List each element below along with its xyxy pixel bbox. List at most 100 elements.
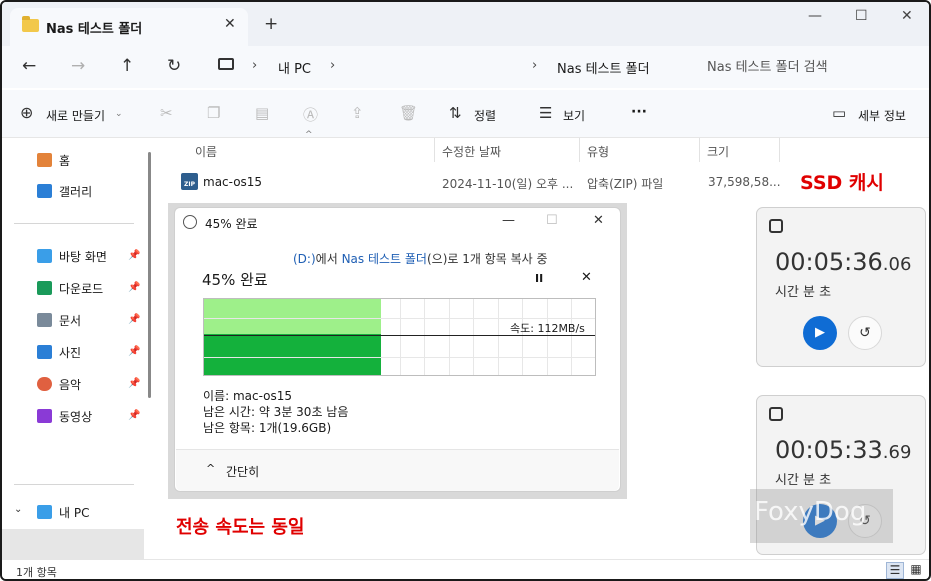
search-input[interactable]: Nas 테스트 폴더 검색: [707, 56, 828, 75]
stopwatch-card-after: 00:05:36.06 시간 분 초 ▶ ↺: [756, 207, 926, 367]
view-button[interactable]: 보기: [563, 107, 585, 124]
expand-chevron-icon[interactable]: ⌄: [14, 504, 22, 515]
refresh-button[interactable]: ↻: [167, 56, 181, 76]
back-button[interactable]: ←: [22, 56, 36, 76]
rename-icon[interactable]: Ⓐ: [303, 104, 318, 125]
divider: [14, 223, 134, 224]
description-text: 로 1개 항목 복사 중: [447, 252, 548, 266]
sidebar-item-music[interactable]: 음악: [59, 376, 81, 393]
details-button[interactable]: 세부 정보: [858, 107, 906, 124]
folder-icon: [22, 16, 39, 32]
column-divider[interactable]: [779, 138, 780, 162]
tab-close-icon[interactable]: ✕: [224, 16, 236, 32]
copy-description: (D:)에서 Nas 테스트 폴더(으)로 1개 항목 복사 중: [293, 250, 548, 267]
breadcrumb-my-pc[interactable]: 내 PC: [278, 58, 311, 77]
expand-icon[interactable]: [769, 219, 783, 233]
gallery-icon: [37, 184, 52, 198]
destination-link[interactable]: Nas 테스트 폴더: [342, 252, 427, 266]
cut-icon[interactable]: ✂: [160, 104, 173, 122]
pictures-icon: [37, 345, 52, 359]
address-bar: ← → ↑ ↻ › 내 PC › › Nas 테스트 폴더 Nas 테스트 폴더…: [2, 46, 929, 88]
download-icon: [37, 281, 52, 295]
stopwatch-time-ms: .69: [882, 442, 912, 463]
pin-icon[interactable]: 📌: [128, 250, 140, 261]
sidebar-item-home[interactable]: 홈: [59, 152, 70, 169]
status-bar: 1개 항목 ☰ ▦: [2, 559, 929, 579]
pin-icon[interactable]: 📌: [128, 314, 140, 325]
sidebar-item-pictures[interactable]: 사진: [59, 344, 81, 361]
details-pane-icon: ▭: [832, 104, 847, 122]
column-divider[interactable]: [579, 138, 580, 162]
breadcrumb-chevron-icon: ›: [532, 58, 538, 73]
new-tab-button[interactable]: +: [264, 14, 278, 34]
sidebar-item-downloads[interactable]: 다운로드: [59, 280, 103, 297]
graph-gridline: [571, 299, 572, 375]
add-icon: ⊕: [20, 103, 34, 122]
breadcrumb-current[interactable]: Nas 테스트 폴더: [557, 58, 650, 77]
monitor-icon[interactable]: [218, 58, 234, 70]
column-header-size[interactable]: 크기: [707, 143, 729, 160]
more-options-button[interactable]: ···: [631, 104, 647, 120]
close-window-button[interactable]: ✕: [901, 8, 913, 24]
share-icon[interactable]: ⇪: [351, 104, 364, 122]
sidebar-item-my-pc[interactable]: 내 PC: [59, 504, 89, 521]
pause-button[interactable]: II: [535, 272, 543, 285]
expand-icon[interactable]: [769, 407, 783, 421]
column-header-name[interactable]: 이름: [195, 143, 217, 160]
sidebar-item-desktop[interactable]: 바탕 화면: [59, 248, 107, 265]
chevron-down-icon: ⌄: [115, 109, 123, 119]
column-divider[interactable]: [699, 138, 700, 162]
file-type: 압축(ZIP) 파일: [587, 177, 664, 191]
details-view-icon[interactable]: ☰: [886, 562, 904, 579]
sort-button[interactable]: 정렬: [474, 107, 496, 124]
transfer-speed-graph: 속도: 112MB/s: [203, 298, 596, 376]
video-icon: [37, 409, 52, 423]
copy-icon[interactable]: ❐: [207, 104, 220, 122]
graph-gridline: [547, 299, 548, 375]
file-modified: 2024-11-10(일) 오후 ...: [442, 177, 574, 191]
minimize-button[interactable]: —: [808, 8, 822, 24]
new-button[interactable]: 새로 만들기: [46, 107, 105, 124]
graph-gridline: [498, 299, 499, 375]
breadcrumb-chevron-icon: ›: [330, 58, 336, 73]
paste-icon[interactable]: ▤: [255, 104, 269, 122]
description-text: 에서: [315, 252, 342, 266]
time-remaining-line: 남은 시간: 약 3분 30초 남음: [203, 405, 349, 419]
reset-button[interactable]: ↺: [848, 316, 882, 350]
sidebar-selected-row[interactable]: [2, 529, 144, 559]
graph-gridline: [449, 299, 450, 375]
sidebar-item-videos[interactable]: 동영상: [59, 408, 92, 425]
sidebar-item-gallery[interactable]: 갤러리: [59, 183, 92, 200]
file-name: mac-os15: [203, 175, 263, 189]
play-button[interactable]: ▶: [803, 316, 837, 350]
cancel-copy-button[interactable]: ✕: [581, 270, 592, 285]
fewer-details-button[interactable]: 간단히: [226, 463, 259, 480]
column-divider[interactable]: [434, 138, 435, 162]
sidebar-item-documents[interactable]: 문서: [59, 312, 81, 329]
dialog-footer: ^ 간단히: [176, 449, 619, 491]
file-size: 37,598,58...: [708, 175, 781, 189]
maximize-button[interactable]: ☐: [855, 8, 868, 24]
column-header-modified[interactable]: 수정한 날짜: [442, 143, 501, 160]
forward-button[interactable]: →: [71, 56, 85, 76]
column-header-type[interactable]: 유형: [587, 143, 609, 160]
dialog-minimize-button[interactable]: —: [502, 213, 515, 228]
source-link[interactable]: (D:): [293, 252, 316, 266]
tab-nas-folder[interactable]: Nas 테스트 폴더 ✕: [10, 8, 248, 46]
graph-gridline: [204, 357, 595, 358]
percent-complete: 45% 완료: [202, 271, 268, 289]
pin-icon[interactable]: 📌: [128, 282, 140, 293]
command-bar: ⊕ 새로 만들기 ⌄ ✂ ❐ ▤ Ⓐ ⇪ 🗑 ⇅ 정렬 ☰ 보기 ··· ▭ 세…: [2, 90, 929, 138]
tiles-view-icon[interactable]: ▦: [907, 562, 925, 579]
delete-icon[interactable]: 🗑: [399, 104, 418, 122]
sidebar-scrollbar[interactable]: [148, 152, 151, 398]
transfer-speed: 속도: 112MB/s: [510, 322, 585, 335]
up-button[interactable]: ↑: [120, 56, 134, 76]
pin-icon[interactable]: 📌: [128, 378, 140, 389]
sort-icon: ⇅: [449, 104, 462, 122]
dialog-close-button[interactable]: ✕: [593, 213, 604, 228]
breadcrumb-chevron-icon: ›: [252, 58, 258, 73]
pin-icon[interactable]: 📌: [128, 346, 140, 357]
stopwatch-time-main: 00:05:36: [775, 248, 883, 276]
pin-icon[interactable]: 📌: [128, 410, 140, 421]
